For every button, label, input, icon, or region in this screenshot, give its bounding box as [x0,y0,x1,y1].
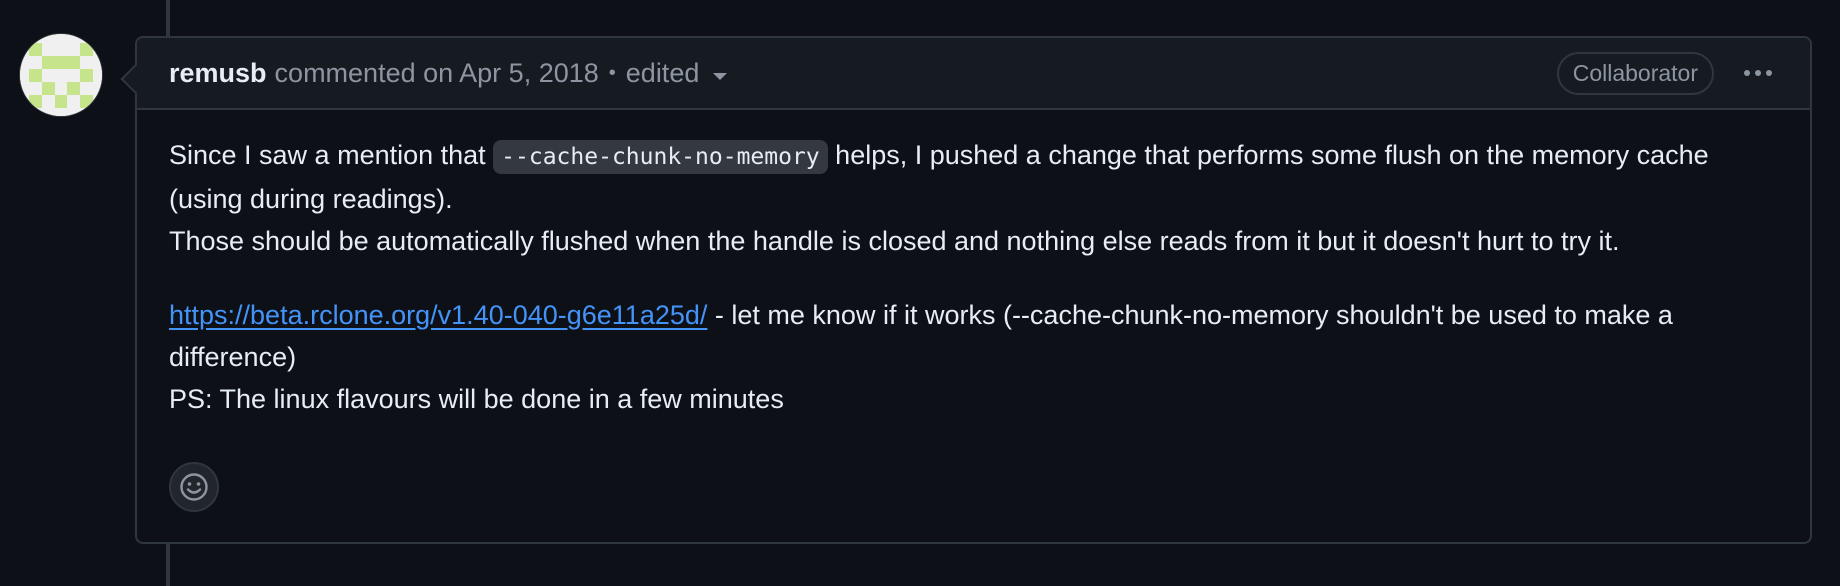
dot [1755,70,1761,76]
edited-dropdown[interactable]: edited [626,58,728,89]
avatar[interactable] [20,34,102,116]
header-actions: Collaborator [1556,51,1778,95]
beta-build-link[interactable]: https://beta.rclone.org/v1.40-040-g6e11a… [169,300,707,330]
comment-header: remusb commented on Apr 5, 2018 • edited… [137,38,1810,110]
body-text: Those should be automatically flushed wh… [169,226,1620,256]
dot [1766,70,1772,76]
comment-author[interactable]: remusb [169,58,267,89]
comment-timestamp[interactable]: commented on Apr 5, 2018 [275,58,599,89]
body-paragraph-2: https://beta.rclone.org/v1.40-040-g6e11a… [169,294,1778,420]
comment-body: Since I saw a mention that --cache-chunk… [137,110,1810,420]
collaborator-badge: Collaborator [1556,51,1714,95]
smiley-icon [180,473,208,501]
triangle-down-icon [713,72,728,80]
separator: • [608,61,616,84]
body-text: Since I saw a mention that [169,140,494,170]
inline-code: --cache-chunk-no-memory [493,140,828,174]
identicon-avatar-icon [20,34,102,116]
add-reaction-button[interactable] [169,462,219,512]
body-text: PS: The linux flavours will be done in a… [169,384,784,414]
body-paragraph-1: Since I saw a mention that --cache-chunk… [169,134,1778,262]
kebab-horizontal-icon[interactable] [1738,58,1778,88]
dot [1744,70,1750,76]
edited-label: edited [625,57,700,88]
comment-card: remusb commented on Apr 5, 2018 • edited… [135,36,1812,544]
